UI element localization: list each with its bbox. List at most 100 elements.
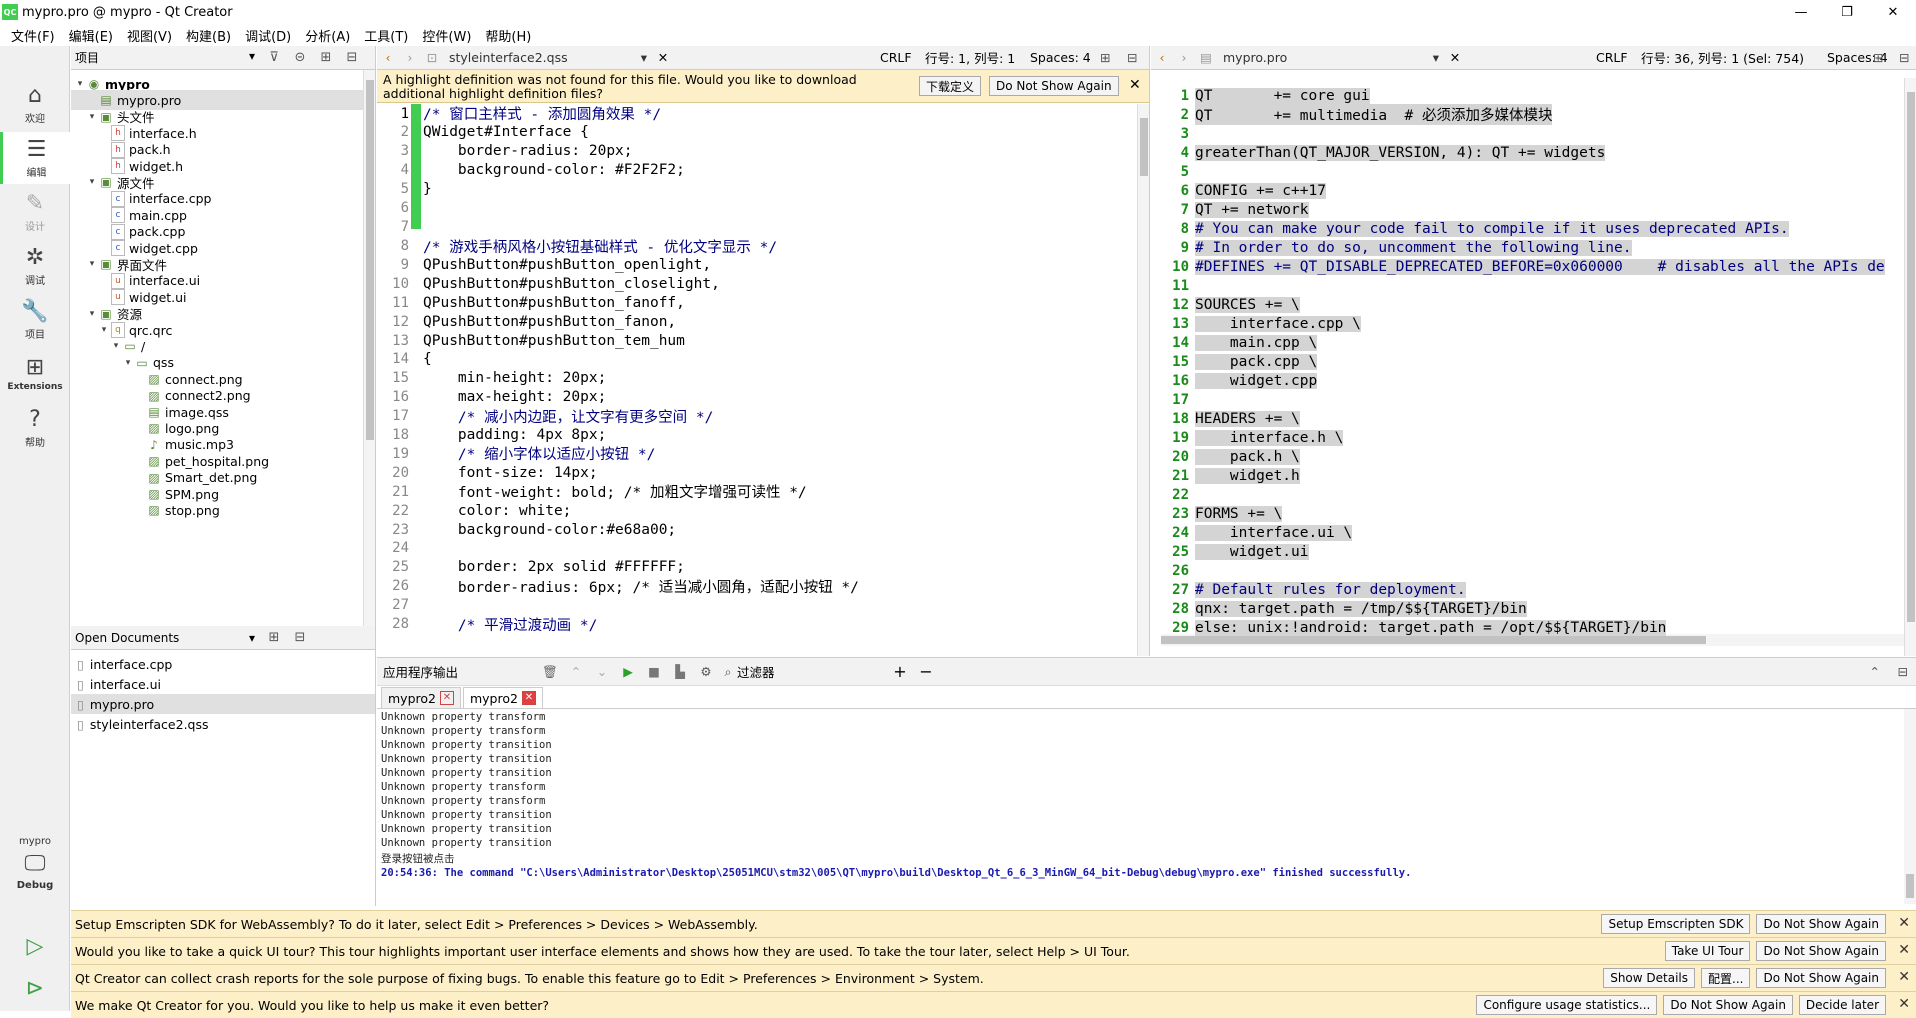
maximize-pane-icon[interactable]: ⌃ [1870, 664, 1880, 679]
forward-icon[interactable]: › [399, 50, 421, 65]
open-document-item[interactable]: ▯ interface.ui [71, 674, 375, 694]
notification-button[interactable]: Do Not Show Again [1756, 968, 1886, 988]
menu-build[interactable]: 构建(B) [179, 26, 238, 45]
split-icon[interactable]: ⊞ [313, 50, 339, 65]
mode-help[interactable]: ? 帮助 [0, 402, 70, 454]
close-window-button[interactable]: ✕ [1870, 0, 1916, 24]
stop-icon[interactable]: ■ [641, 664, 667, 679]
mode-debug[interactable]: ✲ 调试 [0, 240, 70, 292]
split-icon[interactable]: ⊞ [261, 630, 287, 645]
menu-widgets[interactable]: 控件(W) [415, 26, 478, 45]
attach-icon[interactable]: ▙ [667, 664, 693, 679]
minimize-button[interactable]: — [1778, 0, 1824, 24]
output-tab[interactable]: mypro2 ✕ [381, 687, 461, 708]
notification-button[interactable]: 配置... [1701, 968, 1751, 988]
filter-icon[interactable]: ⊽ [261, 50, 287, 65]
document-selector[interactable]: mypro.pro ▾ [1217, 50, 1445, 65]
code-area-right[interactable]: 1 QT += core gui 2 QT += multimedia # 必须添加多… [1151, 78, 1916, 656]
line-ending-label[interactable]: CRLF [1596, 50, 1628, 65]
split-icon[interactable]: ⊞ [1873, 50, 1883, 65]
cursor-position-label[interactable]: 行号: 36, 列号: 1 (Sel: 754) [1641, 48, 1804, 67]
expand-arrow-icon[interactable]: ▾ [121, 358, 135, 368]
notification-button[interactable]: Decide later [1798, 995, 1886, 1015]
close-panel-icon[interactable]: ⊟ [287, 630, 313, 645]
close-icon[interactable]: ✕ [1898, 942, 1910, 958]
close-icon[interactable]: ✕ [1898, 915, 1910, 931]
cursor-position-label[interactable]: 行号: 1, 列号: 1 [925, 48, 1015, 67]
clear-icon[interactable]: 🗑 [537, 664, 563, 680]
notification-button[interactable]: Do Not Show Again [1663, 995, 1793, 1015]
do-not-show-again-button[interactable]: Do Not Show Again [989, 76, 1119, 96]
link-icon[interactable]: ⊝ [287, 50, 313, 65]
open-document-item[interactable]: ▯ mypro.pro [71, 694, 375, 714]
menu-edit[interactable]: 编辑(E) [62, 26, 120, 45]
notification-button[interactable]: Do Not Show Again [1756, 941, 1886, 961]
indent-label[interactable]: Spaces: 4 [1030, 50, 1091, 65]
close-icon[interactable]: ✕ [1898, 969, 1910, 985]
maximize-button[interactable]: ❐ [1824, 0, 1870, 24]
close-document-icon[interactable]: ✕ [653, 50, 673, 65]
expand-arrow-icon[interactable]: ▾ [73, 79, 87, 89]
menu-tools[interactable]: 工具(T) [357, 26, 415, 45]
mode-welcome[interactable]: ⌂ 欢迎 [0, 78, 70, 130]
expand-arrow-icon[interactable]: ▾ [85, 309, 99, 319]
code-area-left[interactable]: 1 /* 窗口主样式 - 添加圆角效果 */ 2 QWidget#Interface … [377, 104, 1149, 656]
mode-design[interactable]: ✎ 设计 [0, 186, 70, 238]
back-icon[interactable]: ‹ [1151, 50, 1173, 65]
expand-arrow-icon[interactable]: ▾ [97, 325, 111, 335]
menu-analyze[interactable]: 分析(A) [298, 26, 357, 45]
split-side-icon[interactable]: ⊟ [1127, 50, 1137, 65]
line-ending-label[interactable]: CRLF [880, 50, 912, 65]
menu-view[interactable]: 视图(V) [120, 26, 179, 45]
zoom-in-icon[interactable]: + [887, 662, 913, 681]
notification-button[interactable]: Setup Emscripten SDK [1601, 914, 1751, 934]
close-document-icon[interactable]: ✕ [1445, 50, 1465, 65]
expand-arrow-icon[interactable]: ▾ [109, 341, 123, 351]
split-icon[interactable]: ⊞ [1100, 50, 1110, 65]
menu-debug[interactable]: 调试(D) [238, 26, 298, 45]
close-pane-icon[interactable]: ⊟ [1898, 664, 1908, 679]
mode-extensions[interactable]: ⊞ Extensions [0, 348, 70, 400]
back-icon[interactable]: ‹ [377, 50, 399, 65]
tree-item[interactable]: ▨ stop.png [71, 500, 363, 520]
notification-button[interactable]: Do Not Show Again [1756, 914, 1886, 934]
open-documents-selector[interactable]: Open Documents ▾ [71, 631, 261, 645]
prev-icon[interactable]: ⌃ [563, 664, 589, 679]
tree-scrollbar[interactable] [363, 70, 375, 626]
expand-arrow-icon[interactable]: ▾ [85, 259, 99, 269]
notification-button[interactable]: Configure usage statistics... [1476, 995, 1658, 1015]
split-side-icon[interactable]: ⊟ [1899, 50, 1909, 65]
close-panel-icon[interactable]: ⊟ [339, 50, 365, 65]
close-tab-icon[interactable]: ✕ [439, 691, 454, 705]
close-icon[interactable]: ✕ [1898, 996, 1910, 1012]
output-scrollbar[interactable] [1904, 709, 1916, 904]
settings-gear-icon[interactable]: ⚙ [693, 664, 719, 679]
rerun-icon[interactable]: ▶ [615, 664, 641, 679]
forward-icon[interactable]: › [1173, 50, 1195, 65]
notification-button[interactable]: Take UI Tour [1664, 941, 1751, 961]
expand-arrow-icon[interactable]: ▾ [85, 112, 99, 122]
run-button[interactable]: ▷ [0, 925, 70, 967]
close-tab-icon[interactable]: ✕ [521, 691, 536, 705]
open-document-item[interactable]: ▯ styleinterface2.qss [71, 714, 375, 734]
notification-button[interactable]: Show Details [1603, 968, 1695, 988]
debug-run-button[interactable]: ⊳ [0, 967, 70, 1009]
menu-file[interactable]: 文件(F) [4, 26, 62, 45]
download-definitions-button[interactable]: 下载定义 [919, 76, 982, 96]
output-tab-active[interactable]: mypro2 ✕ [462, 687, 543, 708]
expand-arrow-icon[interactable]: ▾ [85, 177, 99, 187]
close-icon[interactable]: ✕ [1129, 77, 1141, 93]
editor-scrollbar[interactable] [1137, 104, 1149, 656]
output-filter-input[interactable]: 过滤器 [737, 662, 887, 681]
menu-help[interactable]: 帮助(H) [478, 26, 538, 45]
next-icon[interactable]: ⌄ [589, 664, 615, 679]
output-log[interactable]: Unknown property transform Unknown proper… [377, 709, 1916, 881]
document-selector[interactable]: styleinterface2.qss ▾ [443, 50, 653, 65]
kit-selector[interactable]: mypro 🖵 Debug [0, 836, 70, 891]
mode-edit[interactable]: ☰ 编辑 [0, 132, 70, 184]
zoom-out-icon[interactable]: − [913, 662, 939, 681]
mode-projects[interactable]: 🔧 项目 [0, 294, 70, 346]
editor-scrollbar[interactable] [1904, 78, 1916, 656]
project-view-selector[interactable]: 项目 ▾ [71, 49, 261, 66]
open-document-item[interactable]: ▯ interface.cpp [71, 654, 375, 674]
